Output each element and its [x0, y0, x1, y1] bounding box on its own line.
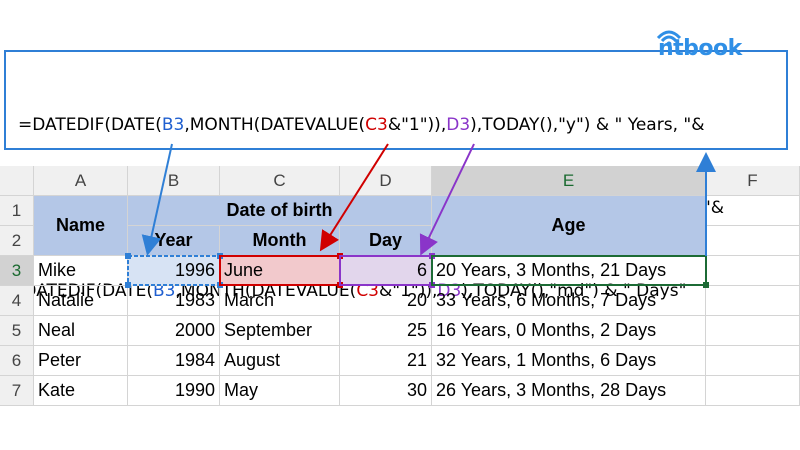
row-header-3[interactable]: 3 — [0, 256, 34, 286]
row-header-1[interactable]: 1 — [0, 196, 34, 226]
cell-day[interactable]: 25 — [340, 316, 432, 346]
spreadsheet: A B C D E F 1 2 3 4 5 6 7 Name Date of b… — [0, 166, 800, 406]
formula-token-ref-d3: D3 — [446, 115, 471, 135]
column-header-b[interactable]: B — [128, 166, 220, 196]
cell-day[interactable]: 30 — [340, 376, 432, 406]
cell-month[interactable]: May — [220, 376, 340, 406]
cell-age[interactable]: 16 Years, 0 Months, 2 Days — [432, 316, 706, 346]
cell-month[interactable]: August — [220, 346, 340, 376]
cell-year[interactable]: 1983 — [128, 286, 220, 316]
header-age[interactable]: Age — [432, 196, 706, 256]
cell-f3[interactable] — [706, 256, 800, 286]
cell-age[interactable]: 32 Years, 1 Months, 6 Days — [432, 346, 706, 376]
header-day[interactable]: Day — [340, 226, 432, 256]
cell-year[interactable]: 1984 — [128, 346, 220, 376]
header-month[interactable]: Month — [220, 226, 340, 256]
cell-f7[interactable] — [706, 376, 800, 406]
formula-line-1: =DATEDIF(DATE(B3,MONTH(DATEVALUE(C3&"1")… — [18, 112, 786, 141]
formula-token-text: ,MONTH(DATEVALUE( — [184, 115, 366, 135]
cell-name[interactable]: Peter — [34, 346, 128, 376]
select-all-corner[interactable] — [0, 166, 34, 196]
cell-month[interactable]: June — [220, 256, 340, 286]
row-header-4[interactable]: 4 — [0, 286, 34, 316]
cell-f5[interactable] — [706, 316, 800, 346]
cell-name[interactable]: Neal — [34, 316, 128, 346]
column-header-e[interactable]: E — [432, 166, 706, 196]
cell-year[interactable]: 2000 — [128, 316, 220, 346]
cell-name[interactable]: Kate — [34, 376, 128, 406]
cell-month[interactable]: March — [220, 286, 340, 316]
row-header-6[interactable]: 6 — [0, 346, 34, 376]
cell-f4[interactable] — [706, 286, 800, 316]
cell-day[interactable]: 21 — [340, 346, 432, 376]
formula-token-text: =DATEDIF(DATE( — [18, 115, 162, 135]
formula-token-text: ),TODAY(),"y") & " Years, "& — [470, 115, 705, 135]
cell-year[interactable]: 1996 — [128, 256, 220, 286]
header-year[interactable]: Year — [128, 226, 220, 256]
row-header-2[interactable]: 2 — [0, 226, 34, 256]
formula-token-text: &"1")), — [387, 115, 447, 135]
cell-age-active[interactable]: 20 Years, 3 Months, 21 Days — [432, 256, 706, 286]
cell-f2[interactable] — [706, 226, 800, 256]
cell-day[interactable]: 6 — [340, 256, 432, 286]
row-header-5[interactable]: 5 — [0, 316, 34, 346]
cell-age[interactable]: 33 Years, 6 Months, 7 Days — [432, 286, 706, 316]
column-header-c[interactable]: C — [220, 166, 340, 196]
formula-display: =DATEDIF(DATE(B3,MONTH(DATEVALUE(C3&"1")… — [4, 50, 788, 301]
brand-logo: ntbook — [650, 26, 770, 62]
header-name[interactable]: Name — [34, 196, 128, 256]
cell-age[interactable]: 26 Years, 3 Months, 28 Days — [432, 376, 706, 406]
cell-name[interactable]: Mike — [34, 256, 128, 286]
cell-name[interactable]: Natalie — [34, 286, 128, 316]
row-header-7[interactable]: 7 — [0, 376, 34, 406]
header-date-of-birth[interactable]: Date of birth — [128, 196, 432, 226]
cell-year[interactable]: 1990 — [128, 376, 220, 406]
column-header-a[interactable]: A — [34, 166, 128, 196]
column-header-d[interactable]: D — [340, 166, 432, 196]
column-header-f[interactable]: F — [706, 166, 800, 196]
logo-text: ntbook — [658, 36, 742, 61]
cell-day[interactable]: 20 — [340, 286, 432, 316]
formula-token-ref-c3: C3 — [365, 115, 388, 135]
cell-f6[interactable] — [706, 346, 800, 376]
cell-f1[interactable] — [706, 196, 800, 226]
cell-month[interactable]: September — [220, 316, 340, 346]
formula-token-ref-b3: B3 — [161, 115, 185, 135]
